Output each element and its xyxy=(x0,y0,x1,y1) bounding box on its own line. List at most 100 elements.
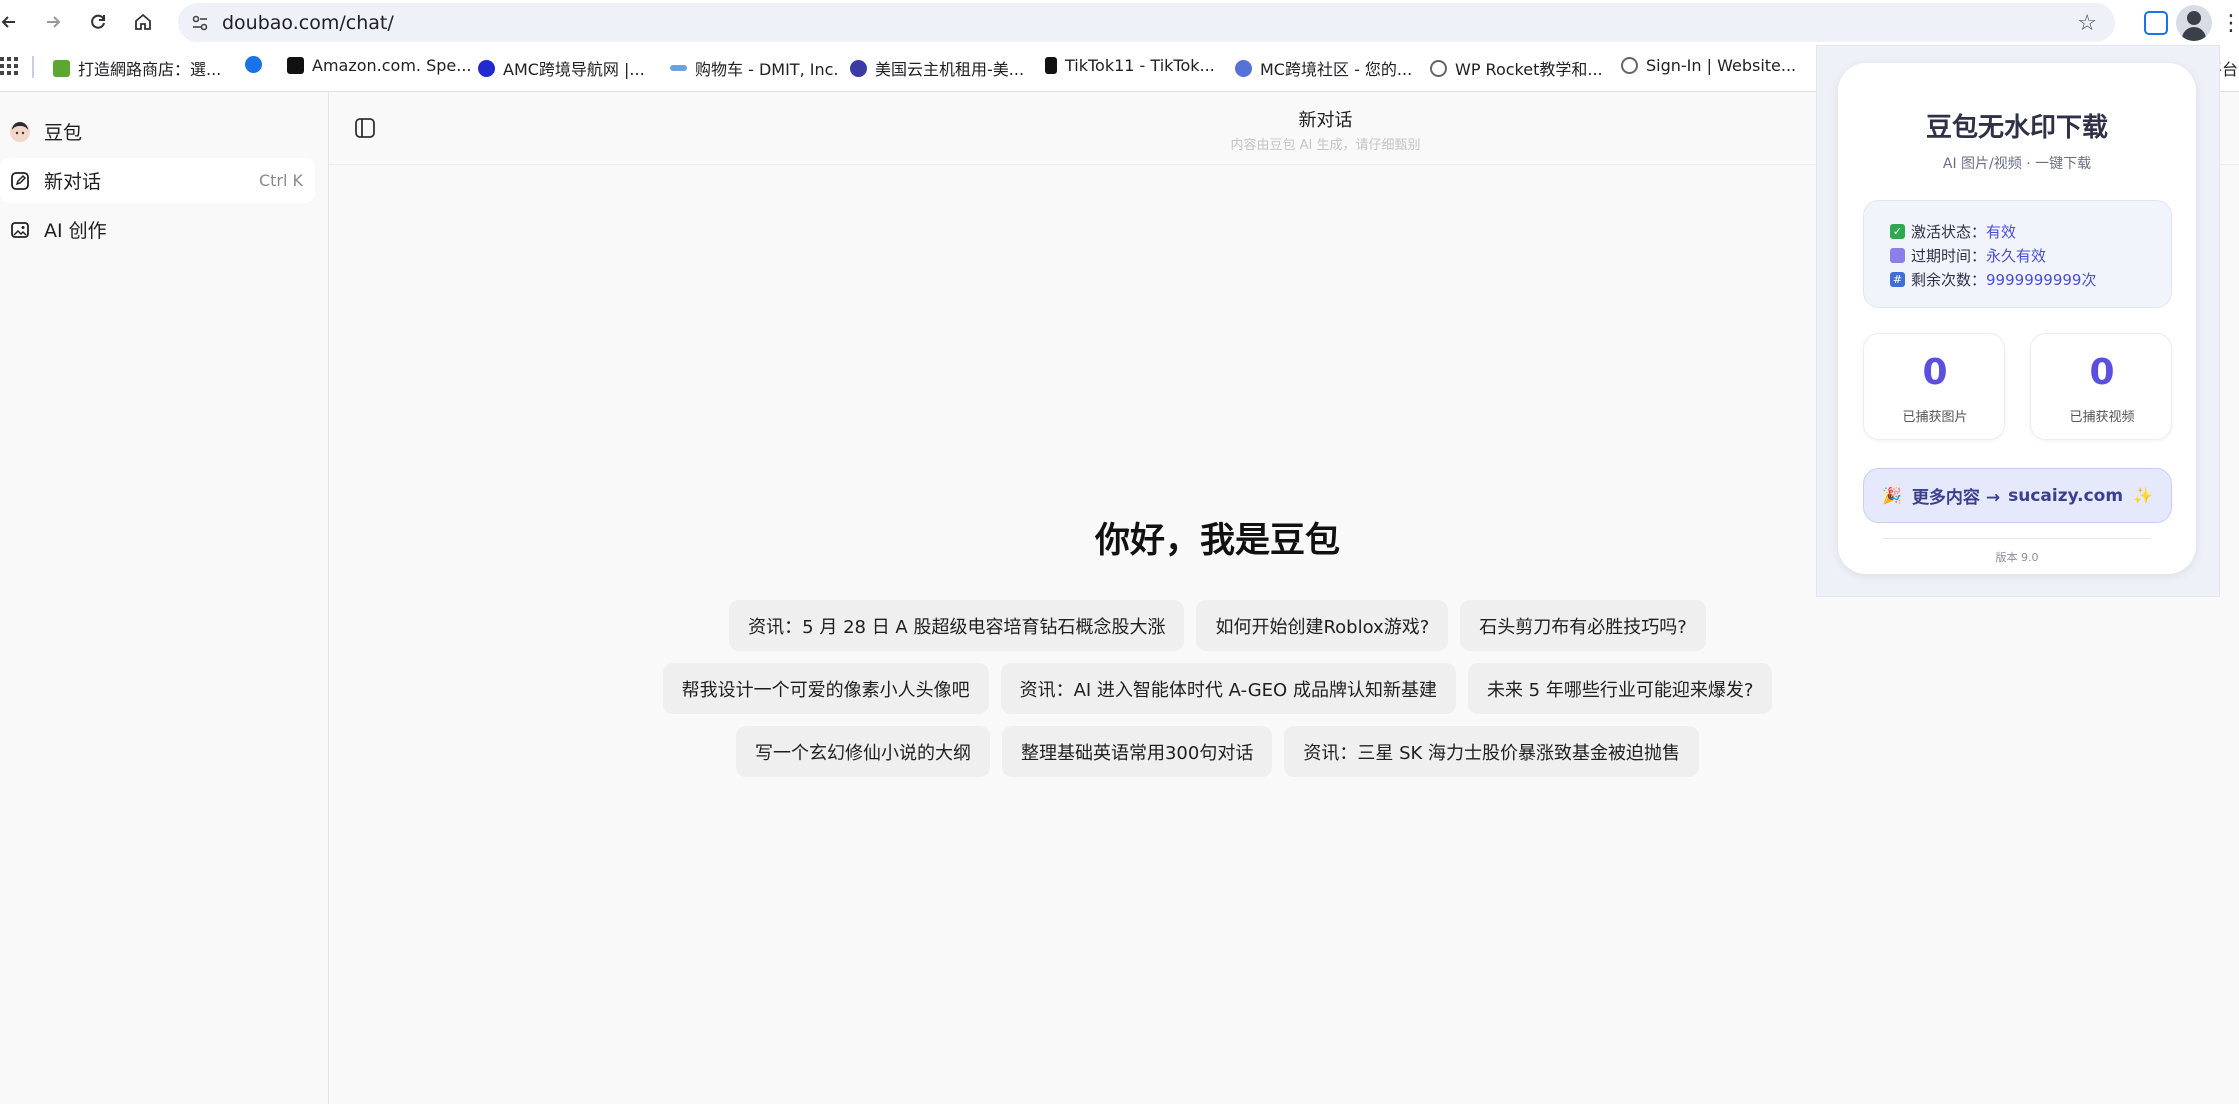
suggestion-row: 资讯：5 月 28 日 A 股超级电容培育钻石概念股大涨 如何开始创建Roblo… xyxy=(329,600,2106,651)
bookmark-star-icon[interactable]: ☆ xyxy=(2077,11,2097,36)
party-popper-icon: 🎉 xyxy=(1882,486,1902,505)
ai-create-label: AI 创作 xyxy=(44,220,107,242)
bookmark-label: 购物车 - DMIT, Inc. xyxy=(695,60,839,79)
image-icon xyxy=(9,219,31,241)
bookmark-label: MC跨境社区 - 您的... xyxy=(1260,60,1413,79)
mc-logo-icon xyxy=(1235,59,1252,77)
bookmark-item[interactable]: MC跨境社区 - 您的... xyxy=(1235,56,1412,80)
extension-title: 豆包无水印下载 xyxy=(1925,113,2108,143)
address-bar[interactable]: doubao.com/chat/ ☆ xyxy=(178,3,2115,42)
suggestion-chip[interactable]: 石头剪刀布有必胜技巧吗? xyxy=(1460,600,1706,651)
host-logo-icon xyxy=(850,59,867,77)
browser-toolbar: doubao.com/chat/ ☆ ⋮ xyxy=(0,0,2239,45)
calendar-icon xyxy=(1890,247,1905,263)
card-divider xyxy=(1883,538,2151,539)
sparkles-icon: ✨ xyxy=(2133,486,2153,505)
bookmark-item[interactable] xyxy=(245,56,262,73)
home-icon xyxy=(135,13,151,30)
suggestion-chip[interactable]: 未来 5 年哪些行业可能迎来爆发? xyxy=(1467,663,1773,714)
arrow-left-icon xyxy=(1,16,15,28)
forward-button[interactable] xyxy=(40,9,66,35)
suggestion-chip[interactable]: 帮我设计一个可爱的像素小人头像吧 xyxy=(662,663,989,714)
new-chat-button[interactable]: 新对话 Ctrl K xyxy=(0,158,315,203)
captured-images-label: 已捕获图片 xyxy=(1902,410,1968,425)
activation-status: ✓ 激活状态： 有效 xyxy=(1890,219,2171,243)
site-settings-icon[interactable] xyxy=(190,13,210,33)
brand-label: 豆包 xyxy=(44,122,83,144)
remaining-status: # 剩余次数： 9999999999次 xyxy=(1890,267,2171,291)
shopify-bag-icon xyxy=(53,59,70,77)
new-chat-label: 新对话 xyxy=(44,171,102,193)
reload-icon xyxy=(91,14,105,29)
suggestion-chip[interactable]: 资讯：三星 SK 海力士股价暴涨致基金被迫抛售 xyxy=(1284,726,1700,777)
status-value: 有效 xyxy=(1986,222,2017,241)
back-button[interactable] xyxy=(0,9,22,35)
captured-images-count: 0 xyxy=(1922,352,1948,393)
edit-icon xyxy=(9,170,31,192)
more-content-button[interactable]: 🎉 更多内容 → sucaizy.com ✨ xyxy=(1863,468,2172,523)
bookmark-label: AMC跨境导航网 |... xyxy=(503,60,645,79)
status-label: 剩余次数： xyxy=(1911,270,1987,289)
globe-icon xyxy=(1621,57,1638,74)
bookmark-item[interactable]: 购物车 - DMIT, Inc. xyxy=(670,56,838,80)
amazon-logo-icon xyxy=(287,57,304,74)
arrow-right-icon xyxy=(47,16,61,28)
suggestion-chip[interactable]: 如何开始创建Roblox游戏? xyxy=(1196,600,1449,651)
bookmark-label: 美国云主机租用-美... xyxy=(875,60,1025,79)
url-text[interactable]: doubao.com/chat/ xyxy=(222,12,394,34)
extensions-area: ⋮ xyxy=(2134,3,2239,42)
bookmark-item[interactable]: 打造網路商店：選... xyxy=(53,56,221,80)
extension-popup: 豆包无水印下载 AI 图片/视频 · 一键下载 ✓ 激活状态： 有效 过期时间：… xyxy=(1816,45,2220,597)
reload-button[interactable] xyxy=(85,9,111,35)
more-prefix: 更多内容 → xyxy=(1911,488,2001,508)
captured-videos-stat: 0 已捕获视频 xyxy=(2030,333,2172,440)
bookmark-label: 打造網路商店：選... xyxy=(78,60,222,79)
fox-logo-icon xyxy=(245,56,262,73)
bookmark-item[interactable]: 美国云主机租用-美... xyxy=(850,56,1024,80)
suggestion-row: 帮我设计一个可爱的像素小人头像吧 资讯：AI 进入智能体时代 A-GEO 成品牌… xyxy=(329,663,2106,714)
suggestion-chip[interactable]: 整理基础英语常用300句对话 xyxy=(1001,726,1273,777)
app-sidebar: 豆包 新对话 Ctrl K AI 创作 xyxy=(0,92,329,1104)
suggestion-chip[interactable]: 资讯：AI 进入智能体时代 A-GEO 成品牌认知新基建 xyxy=(1000,663,1456,714)
extension-card: 豆包无水印下载 AI 图片/视频 · 一键下载 ✓ 激活状态： 有效 过期时间：… xyxy=(1838,63,2196,574)
suggestion-row: 写一个玄幻修仙小说的大纲 整理基础英语常用300句对话 资讯：三星 SK 海力士… xyxy=(329,726,2106,777)
captured-videos-label: 已捕获视频 xyxy=(2069,410,2135,425)
tiktok-logo-icon xyxy=(1045,57,1057,74)
bookmark-label: TikTok11 - TikTok... xyxy=(1065,56,1215,75)
suggestion-chip[interactable]: 写一个玄幻修仙小说的大纲 xyxy=(735,726,990,777)
bookmark-item[interactable]: TikTok11 - TikTok... xyxy=(1045,56,1215,75)
menu-icon[interactable]: ⋮ xyxy=(2220,11,2239,36)
check-icon: ✓ xyxy=(1890,223,1905,239)
status-value: 永久有效 xyxy=(1986,246,2047,265)
dmit-logo-icon xyxy=(670,65,687,71)
captured-images-stat: 0 已捕获图片 xyxy=(1863,333,2005,440)
bookmark-separator xyxy=(32,56,34,78)
version-text: 版本 9.0 xyxy=(1995,551,2039,564)
bookmark-label: WP Rocket教学和... xyxy=(1455,60,1603,79)
extension-subtitle: AI 图片/视频 · 一键下载 xyxy=(1942,156,2092,172)
captured-videos-count: 0 xyxy=(2089,352,2115,393)
status-value: 9999999999次 xyxy=(1986,270,2097,289)
profile-avatar[interactable] xyxy=(2176,5,2212,41)
numbers-icon: # xyxy=(1890,271,1905,287)
bookmark-label: Amazon.com. Spe... xyxy=(312,56,472,75)
home-button[interactable] xyxy=(130,9,156,35)
doubao-avatar-icon xyxy=(9,121,31,143)
shortcut-hint: Ctrl K xyxy=(258,171,303,190)
globe-icon xyxy=(1430,59,1447,77)
bookmark-item[interactable]: Amazon.com. Spe... xyxy=(287,56,472,75)
suggestion-chip[interactable]: 资讯：5 月 28 日 A 股超级电容培育钻石概念股大涨 xyxy=(729,600,1185,651)
more-link[interactable]: sucaizy.com xyxy=(2008,486,2123,506)
bookmark-item[interactable]: AMC跨境导航网 |... xyxy=(478,56,645,80)
apps-grid-icon[interactable] xyxy=(0,57,18,75)
bookmark-label: Sign-In | Website... xyxy=(1646,56,1797,75)
ai-create-button[interactable]: AI 创作 xyxy=(0,207,315,252)
globe-icon xyxy=(478,59,495,77)
expiry-status: 过期时间： 永久有效 xyxy=(1890,243,2171,267)
bookmark-item[interactable]: WP Rocket教学和... xyxy=(1430,56,1603,80)
brand-doubao[interactable]: 豆包 xyxy=(0,109,315,154)
bookmark-item[interactable]: Sign-In | Website... xyxy=(1621,56,1796,75)
status-label: 激活状态： xyxy=(1911,222,1987,241)
extension-icon[interactable] xyxy=(2144,11,2168,35)
status-label: 过期时间： xyxy=(1911,246,1987,265)
